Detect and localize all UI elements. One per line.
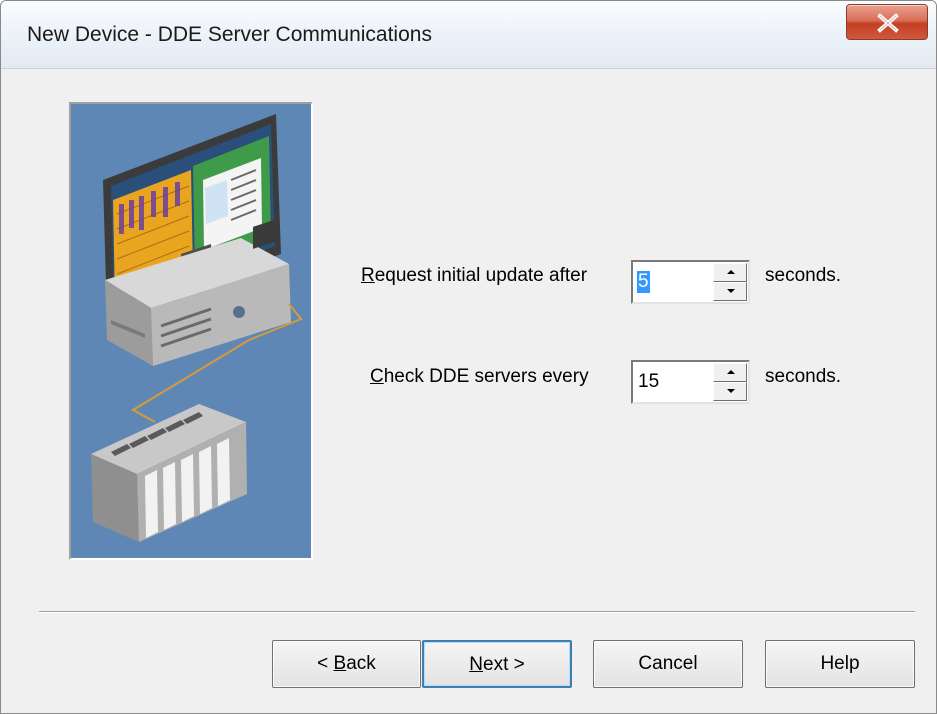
- cancel-button-label: Cancel: [638, 653, 698, 674]
- back-button-label: ack: [346, 653, 376, 674]
- help-button-label: Help: [820, 653, 860, 674]
- back-button-prefix: <: [317, 653, 334, 674]
- window-title: New Device - DDE Server Communications: [27, 23, 432, 46]
- back-button[interactable]: < Back: [272, 640, 421, 688]
- cancel-button[interactable]: Cancel: [593, 640, 743, 688]
- close-button[interactable]: [846, 4, 928, 40]
- initial-update-label: Request initial update after: [361, 265, 587, 287]
- title-bar[interactable]: New Device - DDE Server Communications: [1, 1, 936, 69]
- check-servers-mnemonic: C: [370, 366, 384, 387]
- initial-update-spinner[interactable]: 5: [631, 260, 750, 304]
- separator-line: [39, 611, 915, 613]
- close-icon: [877, 13, 899, 33]
- next-button-mnemonic: N: [469, 654, 483, 675]
- initial-update-spin-up[interactable]: [713, 263, 747, 282]
- check-servers-label: Check DDE servers every: [370, 366, 589, 388]
- spin-up-arrow-icon: [727, 370, 735, 374]
- check-servers-spin-up[interactable]: [713, 363, 747, 382]
- check-servers-spin-down[interactable]: [713, 382, 747, 401]
- help-button[interactable]: Help: [765, 640, 915, 688]
- spin-down-arrow-icon: [727, 389, 735, 393]
- next-button-label: ext >: [483, 654, 525, 675]
- initial-update-input[interactable]: 5: [637, 271, 650, 293]
- spin-up-arrow-icon: [727, 270, 735, 274]
- initial-update-mnemonic: R: [361, 265, 375, 286]
- check-servers-unit: seconds.: [765, 366, 842, 387]
- check-servers-label-text: heck DDE servers every: [383, 366, 589, 387]
- initial-update-label-text: equest initial update after: [374, 265, 588, 286]
- check-servers-spinner[interactable]: 15: [631, 360, 750, 404]
- back-button-mnemonic: B: [333, 653, 347, 674]
- next-button[interactable]: Next >: [422, 640, 572, 688]
- check-servers-input[interactable]: 15: [637, 371, 660, 393]
- dialog-window: New Device - DDE Server Communications R…: [0, 0, 937, 714]
- initial-update-unit: seconds.: [765, 265, 842, 286]
- computer-with-plc-illustration: [69, 102, 313, 560]
- initial-update-spin-down[interactable]: [713, 282, 747, 301]
- spin-down-arrow-icon: [727, 289, 735, 293]
